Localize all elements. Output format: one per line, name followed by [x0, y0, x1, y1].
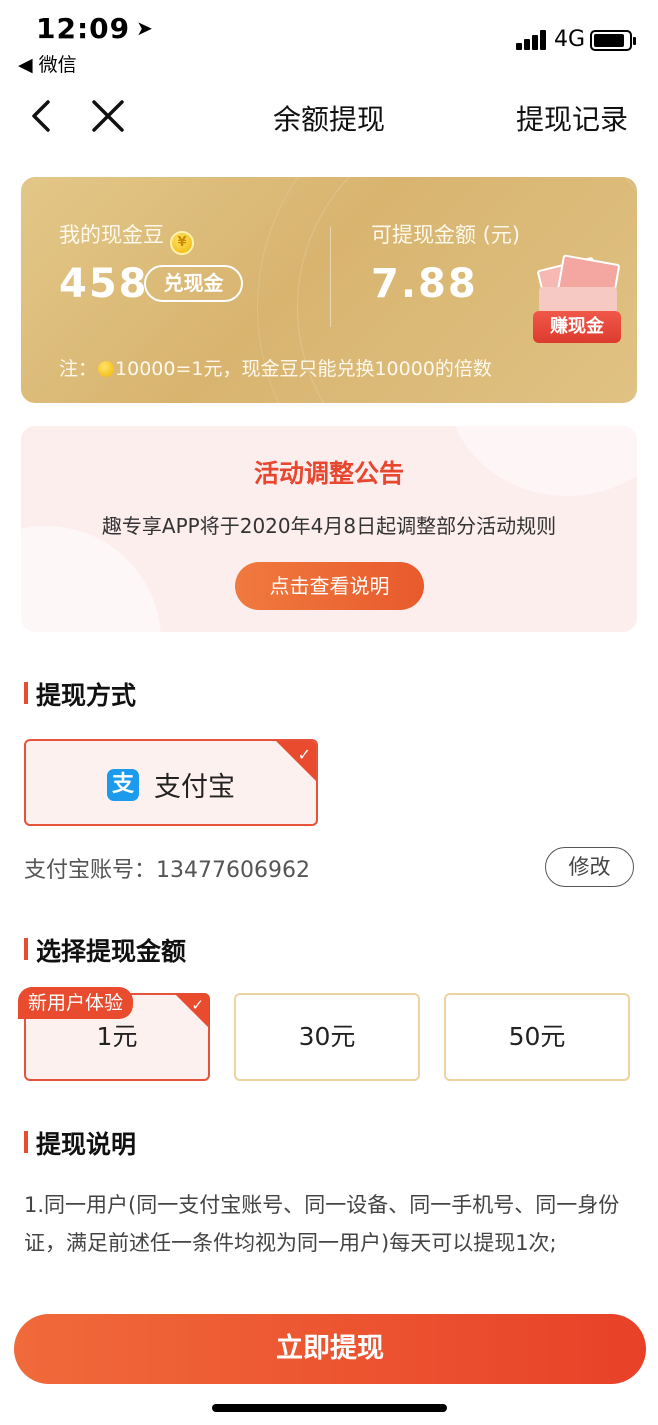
alipay-account: 支付宝账号：13477606962 — [24, 858, 310, 883]
network-type: 4G — [554, 27, 586, 52]
announcement-card: 活动调整公告 趣专享APP将于2020年4月8日起调整部分活动规则 点击查看说明 — [21, 426, 637, 632]
payment-option-label: 支付宝 — [154, 772, 235, 803]
section-title-description: 提现说明 — [24, 1125, 136, 1161]
new-user-badge: 新用户体验 — [18, 987, 134, 1019]
modify-account-button[interactable]: 修改 — [545, 847, 634, 887]
checkmark-icon: ✓ — [191, 996, 204, 1014]
location-arrow-icon: ➤ — [136, 16, 154, 40]
back-to-wechat[interactable]: ◀ 微信 — [18, 50, 77, 77]
signal-icon — [516, 30, 548, 50]
withdrawable-label: 可提现金额 (元) — [371, 223, 521, 247]
status-bar: 12:09 ➤ ◀ 微信 4G — [0, 0, 658, 80]
view-details-button[interactable]: 点击查看说明 — [235, 562, 424, 610]
announcement-text: 趣专享APP将于2020年4月8日起调整部分活动规则 — [101, 514, 557, 538]
amount-label: 30元 — [298, 1022, 356, 1051]
amount-option-50[interactable]: 50元 — [444, 993, 630, 1081]
withdraw-record-link[interactable]: 提现记录 — [516, 98, 628, 138]
battery-icon — [590, 30, 636, 51]
earn-cash-button[interactable]: 赚现金 — [533, 254, 625, 343]
divider — [330, 227, 331, 327]
earn-cash-label: 赚现金 — [533, 311, 621, 343]
withdrawable-value: 7.88 — [371, 261, 478, 307]
announcement-title: 活动调整公告 — [253, 459, 404, 488]
amount-label: 50元 — [508, 1022, 566, 1051]
time-text: 12:09 — [36, 12, 131, 45]
section-title-amount: 选择提现金额 — [24, 932, 186, 968]
balance-card: 我的现金豆 ¥ 458 兑现金 可提现金额 (元) 7.88 赚现金 注： 1000… — [21, 177, 637, 403]
withdraw-page: 12:09 ➤ ◀ 微信 4G 余额提现 提现记录 我的现金豆 ¥ 458 兑现金 … — [0, 0, 658, 1425]
beans-note: 注： 10000=1元，现金豆只能兑换10000的倍数 — [59, 358, 492, 380]
beans-label: 我的现金豆 ¥ — [59, 219, 194, 255]
section-title-method: 提现方式 — [24, 676, 136, 712]
status-time: 12:09 ➤ — [36, 12, 154, 45]
home-indicator — [212, 1404, 447, 1412]
coin-icon: ¥ — [170, 231, 194, 255]
payment-option-alipay[interactable]: ✓ 支 支付宝 — [24, 739, 318, 826]
withdraw-now-button[interactable]: 立即提现 — [14, 1314, 646, 1384]
coin-icon — [98, 361, 115, 377]
beans-value: 458 — [59, 261, 149, 307]
alipay-icon: 支 — [107, 769, 139, 801]
exchange-cash-button[interactable]: 兑现金 — [144, 265, 243, 302]
amount-label: 1元 — [96, 1022, 138, 1051]
nav-bar: 余额提现 提现记录 — [0, 84, 658, 150]
checkmark-icon: ✓ — [297, 745, 311, 764]
amount-option-30[interactable]: 30元 — [234, 993, 420, 1081]
withdraw-description: 1.同一用户(同一支付宝账号、同一设备、同一手机号、同一身份证，满足前述任一条件… — [24, 1193, 620, 1255]
amount-option-1[interactable]: 1元 新用户体验 ✓ — [18, 987, 210, 1081]
